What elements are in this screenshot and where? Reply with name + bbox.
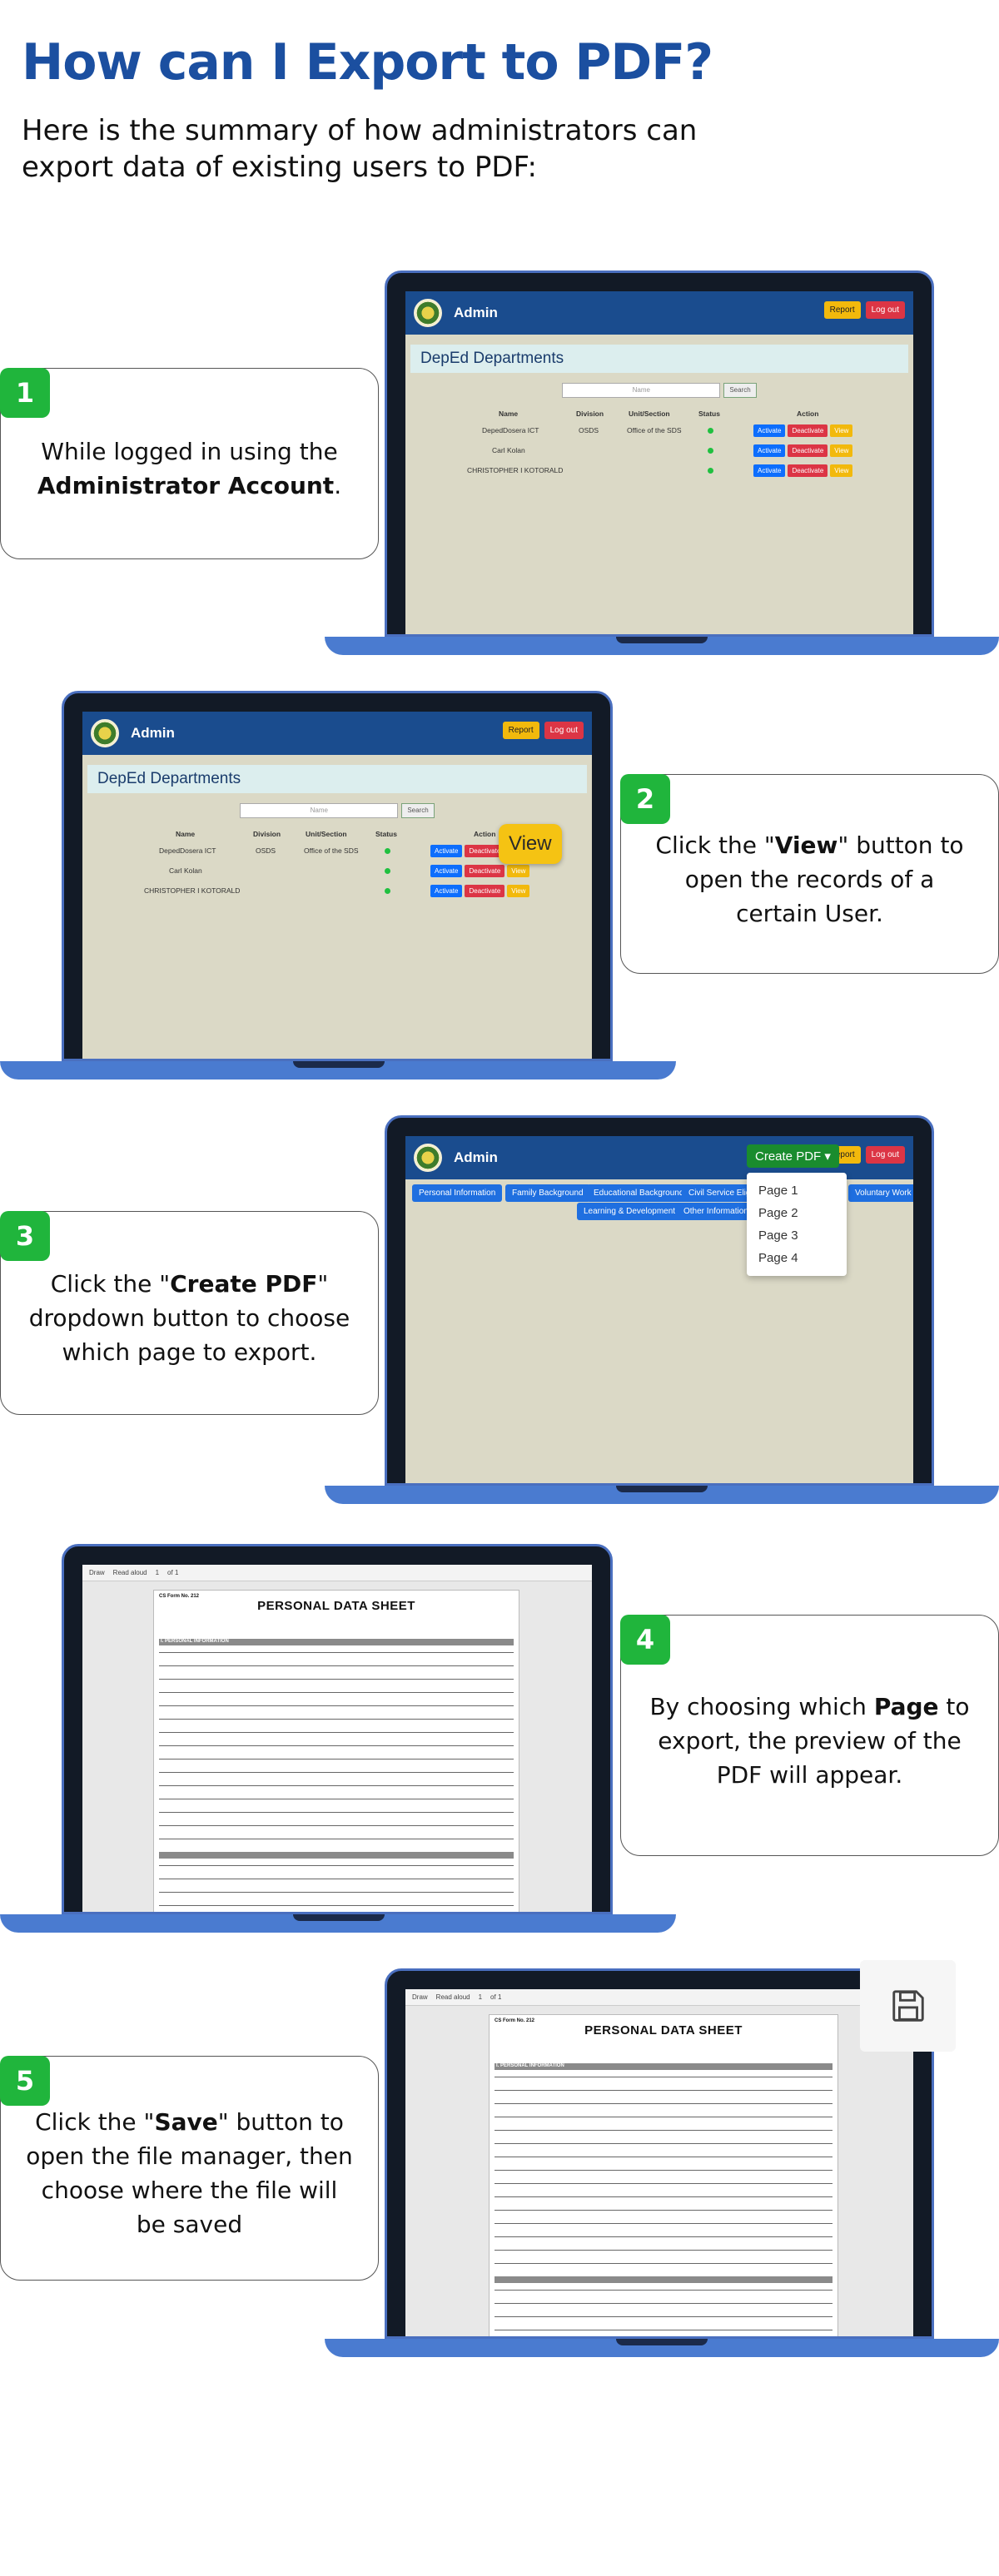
menu-item-page-3[interactable]: Page 3: [747, 1224, 847, 1247]
tab-family-background[interactable]: Family Background: [505, 1184, 590, 1202]
laptop-2: Admin Report Log out DepEd Departments N…: [0, 691, 676, 1080]
departments-heading: DepEd Departments: [410, 345, 908, 373]
logout-button[interactable]: Log out: [544, 722, 584, 739]
create-pdf-menu: Page 1 Page 2 Page 3 Page 4: [747, 1173, 847, 1276]
step-card-1: While logged in using the Administrator …: [0, 368, 379, 559]
pdf-preview-page: CS Form No. 212 PERSONAL DATA SHEET I. P…: [153, 1590, 519, 1912]
draw-tool[interactable]: Draw: [89, 1569, 105, 1576]
laptop-4: Draw Read aloud 1 of 1 CS Form No. 212 P…: [0, 1544, 676, 1933]
tab-learning-development[interactable]: Learning & Development: [577, 1203, 683, 1220]
pds-title: PERSONAL DATA SHEET: [257, 1599, 415, 1613]
page-subtitle: Here is the summary of how administrator…: [22, 114, 698, 184]
step-badge-5: 5: [0, 2056, 50, 2106]
pdf-toolbar: Draw Read aloud 1 of 1: [82, 1565, 592, 1581]
laptop-3: Admin Report Log out Personal Informatio…: [325, 1115, 999, 1504]
save-button[interactable]: [860, 1960, 956, 2052]
chevron-down-icon: ▾: [824, 1149, 831, 1164]
read-aloud-button[interactable]: Read aloud: [113, 1569, 147, 1576]
page-title: How can I Export to PDF?: [22, 33, 713, 92]
search-input[interactable]: Name: [562, 383, 721, 398]
logout-button[interactable]: Log out: [865, 1146, 905, 1164]
logo-icon: [414, 1144, 442, 1172]
menu-item-page-4[interactable]: Page 4: [747, 1247, 847, 1269]
step-badge-1: 1: [0, 368, 50, 418]
tab-personal-information[interactable]: Personal Information: [412, 1184, 503, 1202]
search-button[interactable]: Search: [723, 383, 757, 398]
step-badge-3: 3: [0, 1211, 50, 1261]
search-button[interactable]: Search: [401, 803, 435, 818]
search-input[interactable]: Name: [240, 803, 399, 818]
table-row: CHRISTOPHER I KOTORALD Activate Deactivat…: [405, 464, 913, 478]
save-icon: [892, 1990, 924, 2022]
step-card-5: Click the "Save" button to open the file…: [0, 2056, 379, 2281]
view-button-callout[interactable]: View: [499, 824, 562, 864]
tab-voluntary-work[interactable]: Voluntary Work: [848, 1184, 913, 1202]
page-number[interactable]: 1: [156, 1569, 159, 1576]
create-pdf-dropdown[interactable]: Create PDF ▾: [747, 1144, 839, 1168]
step-card-4: By choosing which Page to export, the pr…: [620, 1615, 999, 1856]
logo-icon: [414, 299, 442, 327]
report-button[interactable]: Report: [823, 301, 861, 319]
table-row: Carl Kolan Activate Deactivate View: [405, 444, 913, 458]
logo-icon: [91, 719, 119, 747]
tab-other-information[interactable]: Other Information: [677, 1203, 755, 1220]
laptop-1: Admin Report Log out DepEd Departments N…: [325, 271, 999, 655]
app-navbar: Admin Report Log out: [405, 291, 913, 335]
menu-item-page-1[interactable]: Page 1: [747, 1179, 847, 1202]
table-row: DepedDosera ICT OSDS Office of the SDS A…: [405, 424, 913, 438]
menu-item-page-2[interactable]: Page 2: [747, 1202, 847, 1224]
step-card-3: Click the "Create PDF" dropdown button t…: [0, 1211, 379, 1415]
tab-educational-background[interactable]: Educational Background: [587, 1184, 691, 1202]
report-button[interactable]: Report: [502, 722, 539, 739]
brand-label: Admin: [454, 305, 498, 320]
logout-button[interactable]: Log out: [865, 301, 905, 319]
step-card-2: Click the "View" button to open the reco…: [620, 774, 999, 974]
